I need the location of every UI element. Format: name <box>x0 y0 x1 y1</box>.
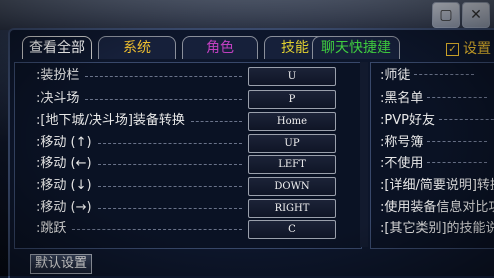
settings-tab[interactable]: ✓ 设置 <box>446 38 491 58</box>
dotted-leader <box>85 76 242 77</box>
keybind-action-label: :师徒 <box>380 68 411 83</box>
key-binding-button[interactable]: U <box>248 67 336 86</box>
tab-view-all[interactable]: 查看全部 <box>22 36 92 59</box>
keybind-action-label: :决斗场 <box>36 91 80 106</box>
key-binding-button[interactable]: RIGHT <box>248 199 336 218</box>
keybind-row-right[interactable]: :黑名单 <box>380 89 494 109</box>
restore-icon[interactable]: ▢ <box>432 2 460 28</box>
keybind-action-label: :[详细/简要说明]转换 <box>380 178 494 193</box>
keybind-row-right[interactable]: :[其它类别]的技能说明 <box>380 219 494 239</box>
keybind-row[interactable]: :跳跃 C <box>24 219 354 239</box>
keybind-row-right[interactable]: :师徒 <box>380 66 494 86</box>
close-icon[interactable]: ✕ <box>462 2 490 28</box>
keybind-action-label: :移动 (↑) <box>36 135 92 150</box>
key-binding-button[interactable]: UP <box>248 134 336 153</box>
tab-character[interactable]: 角色 <box>182 36 258 59</box>
keybind-row-right[interactable]: :使用装备信息对比功能 <box>380 198 494 218</box>
keybind-action-label: :[地下城/决斗场]装备转换 <box>36 113 185 128</box>
keybind-row-right[interactable]: :不使用 <box>380 154 494 174</box>
keybind-action-label: :[其它类别]的技能说明 <box>380 221 494 236</box>
keybind-action-label: :装扮栏 <box>36 68 80 83</box>
keybind-action-label: :PVP好友 <box>380 113 435 128</box>
dotted-leader <box>414 74 475 75</box>
keybind-row[interactable]: :决斗场 P <box>24 89 354 109</box>
dotted-leader <box>98 186 242 187</box>
key-binding-button[interactable]: LEFT <box>248 155 336 174</box>
keybind-row[interactable]: :移动 (↑) UP <box>24 133 354 153</box>
dotted-leader <box>98 208 242 209</box>
keybind-action-label: :不使用 <box>380 156 424 171</box>
keybind-action-label: :称号簿 <box>380 135 424 150</box>
dotted-leader <box>85 99 242 100</box>
scrollbar[interactable] <box>360 62 368 247</box>
keybind-action-label: :使用装备信息对比功能 <box>380 200 494 215</box>
keybind-row-right[interactable]: :PVP好友 <box>380 111 494 131</box>
keybind-row[interactable]: :[地下城/决斗场]装备转换 Home <box>24 111 354 131</box>
default-settings-button[interactable]: 默认设置 <box>30 254 92 274</box>
dotted-leader <box>427 97 488 98</box>
settings-label: 设置 <box>463 41 491 57</box>
keybind-row[interactable]: :装扮栏 U <box>24 66 354 86</box>
tab-chat-shortcuts[interactable]: 聊天快捷建 <box>312 36 400 59</box>
keybind-action-label: :跳跃 <box>36 221 67 236</box>
dotted-leader <box>438 119 494 120</box>
keybind-action-label: :黑名单 <box>380 91 424 106</box>
key-binding-button[interactable]: C <box>248 220 336 239</box>
keybind-row[interactable]: :移动 (↓) DOWN <box>24 176 354 196</box>
dotted-leader <box>98 164 242 165</box>
dotted-leader <box>72 229 242 230</box>
key-binding-button[interactable]: P <box>248 90 336 109</box>
dotted-leader <box>427 162 488 163</box>
title-bar <box>0 0 494 30</box>
keybind-row-right[interactable]: :称号簿 <box>380 133 494 153</box>
keybind-row[interactable]: :移动 (→) RIGHT <box>24 198 354 218</box>
keybind-action-label: :移动 (↓) <box>36 178 92 193</box>
tab-system[interactable]: 系统 <box>98 36 176 59</box>
dotted-leader <box>427 141 488 142</box>
keybind-action-label: :移动 (→) <box>36 200 92 215</box>
key-binding-button[interactable]: Home <box>248 112 336 131</box>
keybind-row[interactable]: :移动 (←) LEFT <box>24 154 354 174</box>
checkbox-icon[interactable]: ✓ <box>446 43 459 56</box>
keybind-action-label: :移动 (←) <box>36 156 92 171</box>
dotted-leader <box>98 143 242 144</box>
key-binding-button[interactable]: DOWN <box>248 177 336 196</box>
dotted-leader <box>191 121 242 122</box>
keybind-row-right[interactable]: :[详细/简要说明]转换 <box>380 176 494 196</box>
